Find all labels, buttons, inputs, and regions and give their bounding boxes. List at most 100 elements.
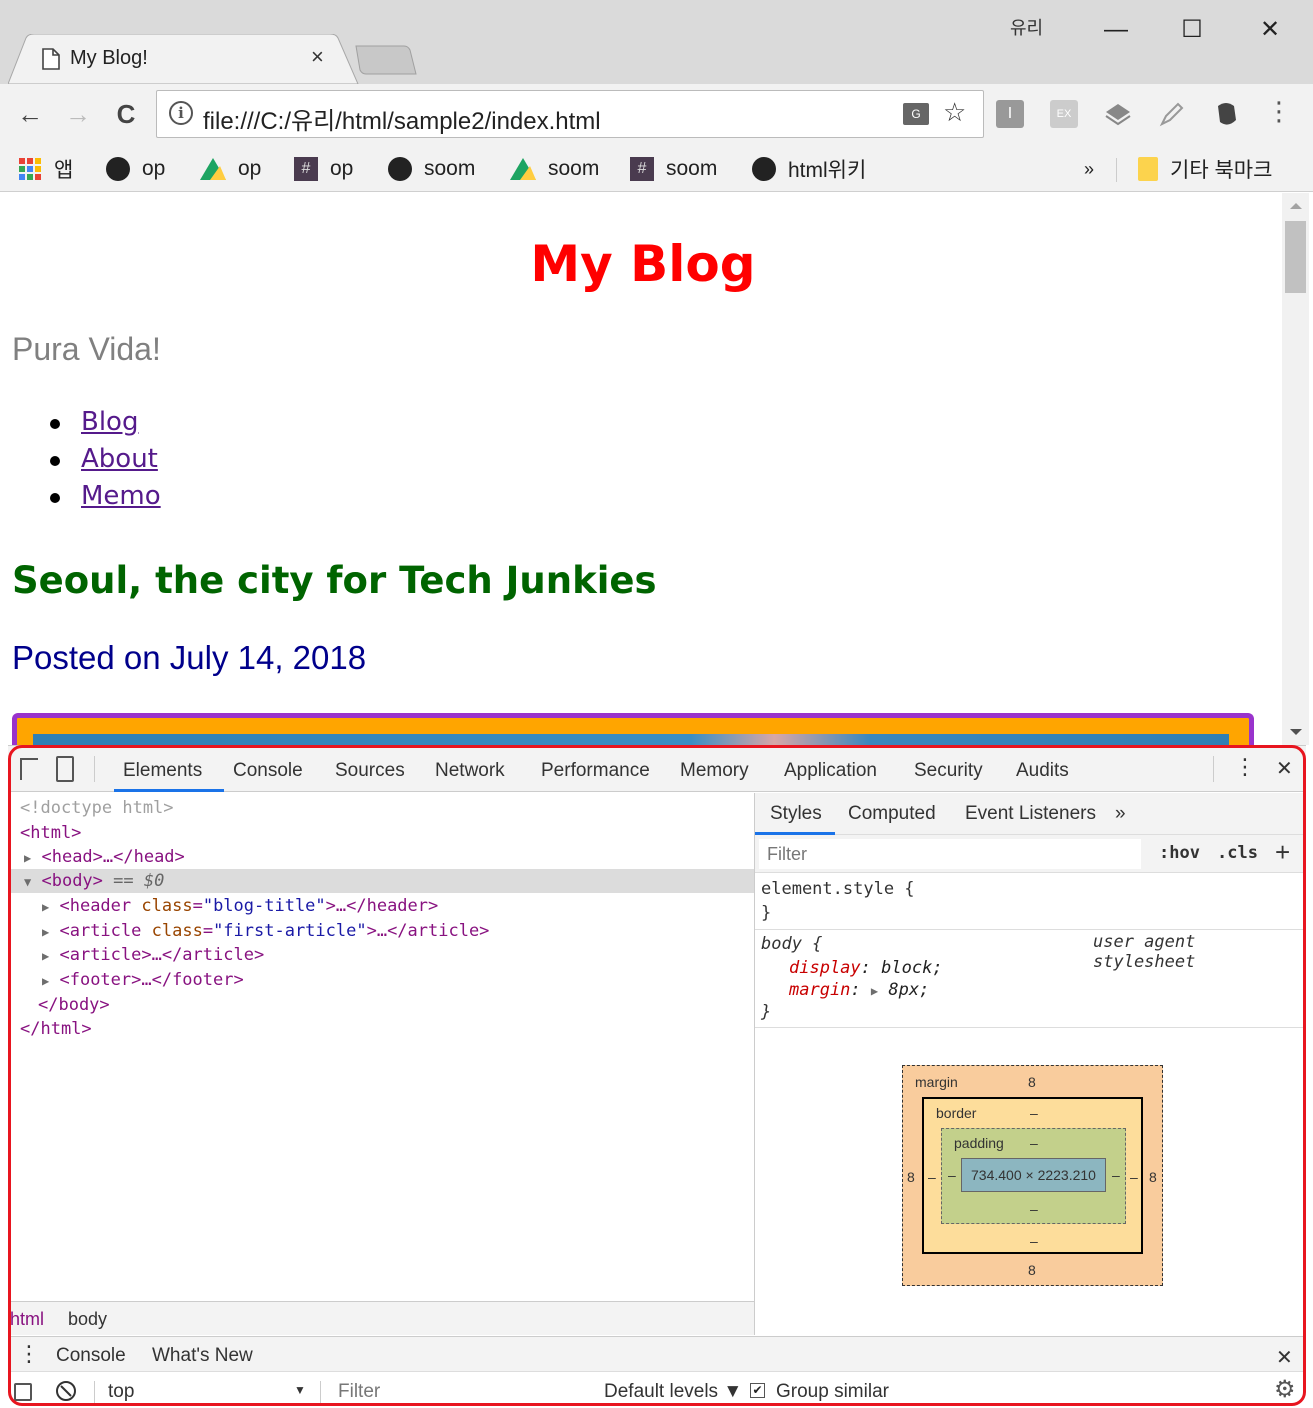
collapse-triangle-icon[interactable]: ▼ [24,875,31,889]
bookmark-op-hash[interactable]: # op [294,152,353,186]
dom-header-row[interactable]: ▶ <header class="blog-title">…</header> [42,894,438,918]
drawer-tab-whats-new[interactable]: What's New [152,1345,253,1367]
settings-gear-icon[interactable]: ⚙ [1274,1375,1296,1404]
bookmark-op-drive[interactable]: op [200,152,261,186]
extension-layers-icon[interactable] [1104,100,1132,128]
styles-filter-input[interactable]: Filter [759,839,1141,869]
rule-selector[interactable]: element.style { [761,877,915,901]
tab-network[interactable]: Network [435,760,505,782]
tab-styles[interactable]: Styles [770,803,822,825]
expand-triangle-icon[interactable]: ▶ [24,851,31,865]
margin-top-value[interactable]: 8 [1028,1074,1036,1090]
scroll-up-icon[interactable] [1290,203,1302,209]
box-model-border[interactable]: border – – – – padding – – – – 734.400 ×… [922,1097,1143,1254]
log-levels-select[interactable]: Default levels ▼ [604,1381,742,1403]
tab-security[interactable]: Security [914,760,983,782]
border-top-value[interactable]: – [1030,1105,1038,1121]
prop-margin[interactable]: margin: ▶ 8px; [789,978,929,1002]
dom-head-row[interactable]: ▶ <head>…</head> [24,845,185,869]
tab-my-blog[interactable]: My Blog! × [8,34,360,84]
close-window-button[interactable]: ✕ [1240,10,1300,50]
bookmark-soom-github[interactable]: soom [388,152,475,186]
dom-body-row[interactable]: ▼ <body> == $0 [24,869,164,893]
expand-triangle-icon[interactable]: ▶ [42,900,49,914]
drawer-menu-icon[interactable]: ⋮ [18,1341,40,1367]
nav-link-memo[interactable]: Memo [81,481,161,511]
dom-html-close[interactable]: </html> [20,1017,92,1041]
border-bottom-value[interactable]: – [1030,1233,1038,1249]
box-model-margin[interactable]: margin 8 8 8 8 border – – – – padding – … [902,1065,1163,1286]
reload-icon[interactable]: C [108,96,144,132]
bookmark-soom-drive[interactable]: soom [510,152,599,186]
new-rule-icon[interactable]: + [1275,837,1290,868]
box-model-content-size[interactable]: 734.400 × 2223.210 [961,1158,1106,1192]
more-tabs-icon[interactable]: » [1115,803,1126,825]
translate-icon[interactable]: G [903,103,929,125]
tab-event-listeners[interactable]: Event Listeners [965,803,1096,825]
expand-triangle-icon[interactable]: ▶ [42,925,49,939]
bookmark-other-folder[interactable]: 기타 북마크 [1138,152,1272,186]
tab-performance[interactable]: Performance [541,760,650,782]
bookmark-star-icon[interactable]: ☆ [943,97,966,128]
padding-right-value[interactable]: – [1112,1167,1120,1183]
dom-html-open[interactable]: <html> [20,821,81,845]
tab-memory[interactable]: Memory [680,760,749,782]
device-toolbar-icon[interactable] [56,756,74,782]
scroll-thumb[interactable] [1285,221,1306,293]
margin-right-value[interactable]: 8 [1149,1169,1157,1185]
tab-close-icon[interactable]: × [311,44,324,70]
drawer-tab-console[interactable]: Console [56,1345,126,1367]
dom-body-close[interactable]: </body> [38,993,110,1017]
inspect-element-icon[interactable] [20,758,38,780]
padding-left-value[interactable]: – [948,1167,956,1183]
context-select[interactable]: top [108,1381,134,1403]
breadcrumb-html[interactable]: html [10,1309,44,1330]
maximize-button[interactable]: ☐ [1162,10,1222,50]
forward-arrow-icon[interactable]: → [60,96,96,132]
tab-application[interactable]: Application [784,760,877,782]
padding-bottom-value[interactable]: – [1030,1201,1038,1217]
dom-article1-row[interactable]: ▶ <article class="first-article">…</arti… [42,919,489,943]
chevron-down-icon[interactable]: ▼ [294,1383,306,1397]
dom-article2-row[interactable]: ▶ <article>…</article> [42,943,264,967]
tab-computed[interactable]: Computed [848,803,936,825]
new-tab-button[interactable] [354,44,418,76]
tab-sources[interactable]: Sources [335,760,405,782]
tab-audits[interactable]: Audits [1016,760,1069,782]
padding-top-value[interactable]: – [1030,1135,1038,1151]
tab-elements[interactable]: Elements [123,760,202,782]
border-left-value[interactable]: – [928,1169,936,1185]
url-text[interactable]: file:///C:/유리/html/sample2/index.html [203,101,601,136]
margin-bottom-value[interactable]: 8 [1028,1262,1036,1278]
group-similar-checkbox[interactable]: ✔ [750,1383,765,1398]
expand-triangle-icon[interactable]: ▶ [871,984,878,998]
chrome-menu-icon[interactable]: ⋮ [1266,96,1292,127]
minimize-button[interactable]: — [1086,10,1146,50]
bookmark-soom-hash[interactable]: # soom [630,152,717,186]
clear-console-icon[interactable] [56,1381,76,1401]
address-bar[interactable]: i file:///C:/유리/html/sample2/index.html … [156,90,984,138]
evernote-icon[interactable] [1212,100,1240,128]
tab-console[interactable]: Console [233,760,303,782]
extension-i-icon[interactable]: I [996,100,1024,128]
expand-triangle-icon[interactable]: ▶ [42,949,49,963]
extension-pen-icon[interactable] [1158,100,1186,128]
back-arrow-icon[interactable]: ← [12,96,48,132]
dom-footer-row[interactable]: ▶ <footer>…</footer> [42,968,244,992]
extension-ex-icon[interactable]: EX [1050,100,1078,128]
dom-doctype[interactable]: <!doctype html> [20,796,174,820]
bookmarks-overflow-button[interactable]: » [1084,152,1094,186]
border-right-value[interactable]: – [1130,1169,1138,1185]
bookmark-op-github[interactable]: op [106,152,165,186]
devtools-close-icon[interactable]: ✕ [1276,756,1293,781]
hover-state-toggle[interactable]: :hov [1159,843,1200,863]
nav-link-blog[interactable]: Blog [81,407,138,437]
console-filter-input[interactable]: Filter [338,1381,380,1403]
class-toggle[interactable]: .cls [1217,843,1258,863]
profile-badge[interactable]: 유리 [1010,14,1043,40]
devtools-menu-icon[interactable]: ⋮ [1234,754,1256,780]
page-scrollbar[interactable] [1282,193,1309,745]
bookmark-html-wiki[interactable]: html위키 [752,152,866,186]
expand-triangle-icon[interactable]: ▶ [42,974,49,988]
prop-display[interactable]: display: block; [789,956,943,980]
